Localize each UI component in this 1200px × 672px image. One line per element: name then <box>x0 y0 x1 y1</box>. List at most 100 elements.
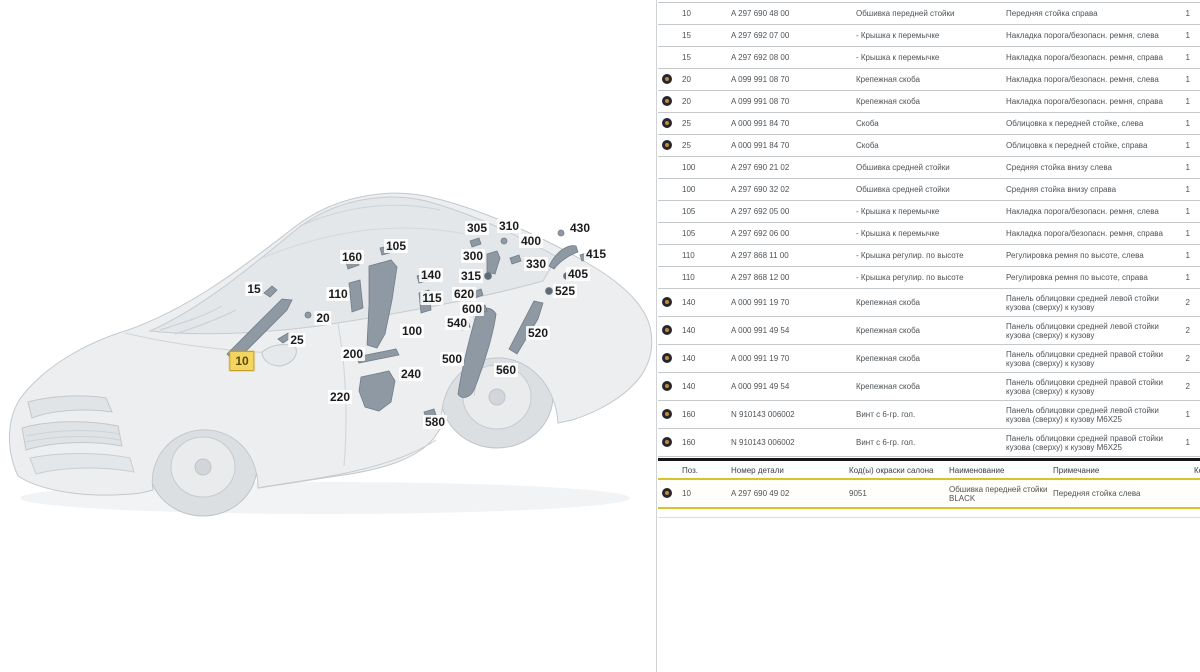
note-cell: Регулировка ремня по высоте, слева <box>1006 245 1176 267</box>
table-row[interactable]: 10 A 297 690 48 00 Обшивка передней стой… <box>658 3 1200 25</box>
table-row[interactable]: 100 A 297 690 21 02 Обшивка средней стой… <box>658 157 1200 179</box>
name-cell: - Крышка к перемычке <box>856 223 1006 245</box>
part-number-cell: A 297 868 12 00 <box>731 267 856 289</box>
diagram-callout[interactable]: 200 <box>341 347 365 361</box>
note-cell: Накладка порога/безопасн. ремня, справа <box>1006 47 1176 69</box>
note-cell: Накладка порога/безопасн. ремня, справа <box>1006 91 1176 113</box>
quantity-cell: 2 <box>1176 289 1200 317</box>
position-cell: 110 <box>682 245 731 267</box>
part-number-cell: A 297 692 08 00 <box>731 47 856 69</box>
diagram-callout[interactable]: 600 <box>460 302 484 316</box>
diagram-callout[interactable]: 220 <box>328 390 352 404</box>
diagram-callout[interactable]: 20 <box>314 311 331 325</box>
diagram-callout[interactable]: 160 <box>340 250 364 264</box>
diagram-callout[interactable]: 10 <box>229 351 254 371</box>
position-cell: 25 <box>682 135 731 157</box>
position-cell: 15 <box>682 47 731 69</box>
diagram-callout[interactable]: 525 <box>553 284 577 298</box>
position-cell: 140 <box>682 373 731 401</box>
note-cell: Панель облицовки средней левой стойки ку… <box>1006 317 1176 345</box>
diagram-callout[interactable]: 430 <box>568 221 592 235</box>
diagram-callout[interactable]: 15 <box>245 282 262 296</box>
selected-table-row[interactable]: 10 A 297 690 49 02 9051 Обшивка передней… <box>658 479 1200 508</box>
diagram-callout[interactable]: 300 <box>461 249 485 263</box>
note-cell: Панель облицовки средней левой стойки ку… <box>1006 289 1176 317</box>
name-cell: Винт с 6-гр. гол. <box>856 401 1006 429</box>
diagram-callout[interactable]: 310 <box>497 219 521 233</box>
table-row[interactable]: 140 A 000 991 49 54 Крепежная скоба Пане… <box>658 317 1200 345</box>
diagram-panel: 10 15 20 25 100 105 110 115 140 160 200 … <box>0 0 657 672</box>
diagram-callout[interactable]: 105 <box>384 239 408 253</box>
position-cell: 105 <box>682 201 731 223</box>
part-number-cell: A 000 991 19 70 <box>731 289 856 317</box>
diagram-callout[interactable]: 240 <box>399 367 423 381</box>
diagram-callout[interactable]: 560 <box>494 363 518 377</box>
note-cell: Облицовка к передней стойке, справа <box>1006 135 1176 157</box>
note-cell: Накладка порога/безопасн. ремня, слева <box>1006 69 1176 91</box>
diagram-callout[interactable]: 400 <box>519 234 543 248</box>
table-row[interactable]: 105 A 297 692 06 00 - Крышка к перемычке… <box>658 223 1200 245</box>
name-cell: Скоба <box>856 135 1006 157</box>
table-row[interactable]: 140 A 000 991 19 70 Крепежная скоба Пане… <box>658 345 1200 373</box>
diagram-callout[interactable]: 330 <box>524 257 548 271</box>
table-row[interactable]: 140 A 000 991 49 54 Крепежная скоба Пане… <box>658 373 1200 401</box>
table-row[interactable]: 160 N 910143 006002 Винт с 6-гр. гол. Па… <box>658 429 1200 457</box>
quantity-cell: 1 <box>1176 401 1200 429</box>
table-row[interactable]: 110 A 297 868 11 00 - Крышка регулир. по… <box>658 245 1200 267</box>
name-cell: - Крышка регулир. по высоте <box>856 267 1006 289</box>
name-cell: - Крышка к перемычке <box>856 47 1006 69</box>
note-cell: Панель облицовки средней левой стойки ку… <box>1006 401 1176 429</box>
diagram-callout[interactable]: 620 <box>452 287 476 301</box>
diagram-callout[interactable]: 315 <box>459 269 483 283</box>
part-info-icon <box>662 437 672 447</box>
name-cell: - Крышка к перемычке <box>856 201 1006 223</box>
name-cell: Крепежная скоба <box>856 69 1006 91</box>
part-info-icon <box>662 118 672 128</box>
table-row[interactable]: 20 A 099 991 08 70 Крепежная скоба Накла… <box>658 69 1200 91</box>
bottom-separator <box>658 517 1200 518</box>
position-cell: 15 <box>682 25 731 47</box>
quantity-cell: 1 <box>1176 91 1200 113</box>
diagram-callout[interactable]: 115 <box>420 291 443 305</box>
part-info-icon <box>662 488 672 498</box>
diagram-callout[interactable]: 25 <box>288 333 305 347</box>
note-cell: Панель облицовки средней правой стойки к… <box>1006 345 1176 373</box>
table-row[interactable]: 25 A 000 991 84 70 Скоба Облицовка к пер… <box>658 135 1200 157</box>
parts-table: 10 A 297 690 48 00 Обшивка передней стой… <box>658 2 1200 457</box>
table-row[interactable]: 20 A 099 991 08 70 Крепежная скоба Накла… <box>658 91 1200 113</box>
diagram-callout[interactable]: 415 <box>584 247 608 261</box>
name-cell: Крепежная скоба <box>856 91 1006 113</box>
diagram-callout[interactable]: 110 <box>326 287 349 301</box>
diagram-callout[interactable]: 580 <box>423 415 447 429</box>
table-row[interactable]: 100 A 297 690 32 02 Обшивка средней стой… <box>658 179 1200 201</box>
table-row[interactable]: 105 A 297 692 05 00 - Крышка к перемычке… <box>658 201 1200 223</box>
color-code-cell: 9051 <box>849 479 949 508</box>
note-cell: Панель облицовки средней правой стойки к… <box>1006 429 1176 457</box>
part-number-cell: A 297 692 06 00 <box>731 223 856 245</box>
name-cell: - Крышка к перемычке <box>856 25 1006 47</box>
diagram-callout[interactable]: 405 <box>566 267 590 281</box>
table-row[interactable]: 15 A 297 692 08 00 - Крышка к перемычке … <box>658 47 1200 69</box>
name-cell: - Крышка регулир. по высоте <box>856 245 1006 267</box>
position-cell: 100 <box>682 179 731 201</box>
position-cell: 20 <box>682 69 731 91</box>
diagram-callout[interactable]: 500 <box>440 352 464 366</box>
part-info-icon <box>662 325 672 335</box>
table-row[interactable]: 160 N 910143 006002 Винт с 6-гр. гол. Па… <box>658 401 1200 429</box>
name-cell: Крепежная скоба <box>856 289 1006 317</box>
diagram-callout[interactable]: 540 <box>445 316 469 330</box>
table-row[interactable]: 110 A 297 868 12 00 - Крышка регулир. по… <box>658 267 1200 289</box>
table-row[interactable]: 15 A 297 692 07 00 - Крышка к перемычке … <box>658 25 1200 47</box>
diagram-callout[interactable]: 305 <box>465 221 489 235</box>
header-pos: Поз. <box>682 461 731 479</box>
table-row[interactable]: 140 A 000 991 19 70 Крепежная скоба Пане… <box>658 289 1200 317</box>
diagram-callout[interactable]: 140 <box>419 268 443 282</box>
diagram-callout[interactable]: 520 <box>526 326 550 340</box>
note-cell: Передняя стойка слева <box>1053 479 1194 508</box>
part-number-cell: A 297 692 05 00 <box>731 201 856 223</box>
table-row[interactable]: 25 A 000 991 84 70 Скоба Облицовка к пер… <box>658 113 1200 135</box>
quantity-cell: 1 <box>1176 3 1200 25</box>
epc-parts-page: 10 15 20 25 100 105 110 115 140 160 200 … <box>0 0 1200 672</box>
note-cell: Накладка порога/безопасн. ремня, слева <box>1006 25 1176 47</box>
diagram-callout[interactable]: 100 <box>400 324 424 338</box>
